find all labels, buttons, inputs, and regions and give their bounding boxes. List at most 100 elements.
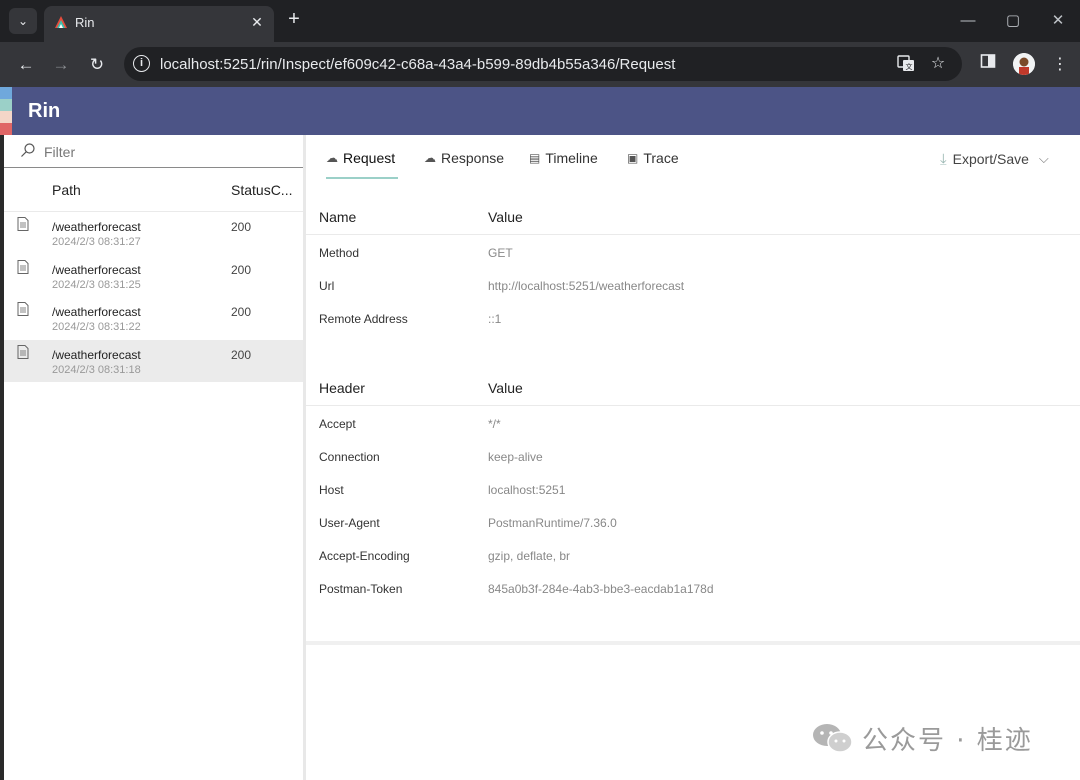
request-timestamp: 2024/2/3 08:31:22	[52, 321, 141, 333]
request-detail-panel: ☁ Request ☁ Response ▤ Timeline ▣ Trace …	[306, 135, 1080, 780]
trace-icon: ▣	[627, 151, 639, 165]
property-value[interactable]: PostmanRuntime/7.36.0	[488, 516, 617, 530]
request-property-row: Url http://localhost:5251/weatherforecast	[306, 272, 1080, 305]
filter-box	[4, 135, 303, 168]
detail-tabs: ☁ Request ☁ Response ▤ Timeline ▣ Trace …	[306, 135, 1080, 185]
cloud-download-icon: ☁	[424, 151, 436, 165]
minimize-icon[interactable]: —	[956, 10, 980, 32]
list-header: Path StatusC...	[4, 168, 303, 212]
site-info-icon[interactable]: i	[133, 55, 150, 72]
document-icon	[17, 344, 29, 359]
document-icon	[17, 259, 29, 274]
tab-close-icon[interactable]: ✕	[248, 13, 266, 31]
back-arrow-icon[interactable]: ←	[13, 52, 39, 78]
new-tab-button[interactable]: +	[284, 9, 304, 30]
property-value[interactable]: 845a0b3f-284e-4ab3-bbe3-eacdab1a178d	[488, 582, 714, 596]
property-name: Postman-Token	[319, 582, 403, 596]
property-name: Accept-Encoding	[319, 549, 410, 563]
property-value[interactable]: GET	[488, 246, 513, 260]
tab-timeline[interactable]: ▤ Timeline	[529, 149, 598, 179]
column-header-value: Value	[488, 380, 523, 396]
request-status-code: 200	[231, 262, 252, 277]
brand-color-strip	[0, 87, 12, 135]
tab-search-button[interactable]: ⌄	[9, 8, 37, 34]
watermark-text: 公众号 · 桂迹	[862, 725, 1033, 756]
request-status-code: 200	[231, 347, 252, 362]
section-divider	[306, 641, 1080, 645]
request-list-item[interactable]: /weatherforecast 2024/2/3 08:31:27 200	[4, 212, 303, 254]
column-header-name: Name	[319, 209, 357, 225]
column-header-status[interactable]: StatusC...	[231, 182, 292, 198]
browser-tab[interactable]: Rin ✕	[44, 6, 274, 42]
property-name: Host	[319, 483, 344, 497]
property-value[interactable]: http://localhost:5251/weatherforecast	[488, 279, 684, 293]
column-header-value: Value	[488, 209, 523, 225]
app-title: Rin	[28, 100, 61, 122]
browser-toolbar: ← → ↻ i localhost:5251/rin/Inspect/ef609…	[0, 42, 1080, 87]
url-text[interactable]: localhost:5251/rin/Inspect/ef609c42-c68a…	[160, 56, 675, 73]
export-save-button[interactable]: ⤓ Export/Save ⌵	[940, 149, 1049, 169]
request-property-row: Method GET	[306, 239, 1080, 272]
request-timestamp: 2024/2/3 08:31:18	[52, 363, 141, 376]
tab-title: Rin	[75, 15, 95, 30]
document-icon	[17, 217, 29, 231]
property-name: Url	[319, 279, 335, 293]
timeline-icon: ▤	[529, 151, 541, 165]
tab-response[interactable]: ☁ Response	[424, 149, 504, 179]
header-row: Postman-Token 845a0b3f-284e-4ab3-bbe3-eac…	[306, 575, 1080, 608]
reload-icon[interactable]: ↻	[84, 52, 110, 78]
translate-icon[interactable]: 文	[895, 54, 917, 74]
request-list-item[interactable]: /weatherforecast 2024/2/3 08:31:25 200	[4, 255, 303, 297]
property-name: Accept	[319, 417, 356, 431]
filter-input[interactable]	[44, 141, 284, 163]
watermark: 公众号 · 桂迹	[812, 718, 1033, 758]
property-value[interactable]: localhost:5251	[488, 483, 565, 497]
property-value[interactable]: */*	[488, 417, 501, 431]
property-value[interactable]: keep-alive	[488, 450, 543, 464]
request-path: /weatherforecast	[52, 347, 141, 362]
property-name: Method	[319, 246, 360, 260]
chevron-down-icon: ⌵	[1038, 151, 1049, 166]
request-timestamp: 2024/2/3 08:31:25	[52, 278, 141, 291]
request-status-code: 200	[231, 305, 252, 319]
forward-arrow-icon[interactable]: →	[48, 52, 74, 78]
request-table-header: Name Value	[306, 199, 1080, 235]
headers-table-header: Header Value	[306, 370, 1080, 406]
browser-tab-bar: ⌄ Rin ✕ + — ▢ ✕	[0, 0, 1080, 42]
column-header-path[interactable]: Path	[52, 182, 81, 198]
maximize-icon[interactable]: ▢	[1001, 10, 1025, 32]
bookmark-star-icon[interactable]: ☆	[927, 54, 949, 74]
header-row: Accept */*	[306, 410, 1080, 443]
request-timestamp: 2024/2/3 08:31:27	[52, 236, 141, 248]
header-row: User-Agent PostmanRuntime/7.36.0	[306, 509, 1080, 542]
download-icon: ⤓	[940, 150, 947, 168]
property-value[interactable]: gzip, deflate, br	[488, 549, 570, 563]
request-property-row: Remote Address::1	[306, 305, 1080, 338]
browser-menu-icon[interactable]: ⋮	[1048, 53, 1072, 77]
profile-avatar[interactable]	[1013, 53, 1035, 75]
property-name: User-Agent	[319, 516, 380, 530]
property-name: Connection	[319, 450, 380, 464]
tab-trace[interactable]: ▣ Trace	[627, 149, 679, 179]
rin-favicon-icon	[55, 16, 67, 28]
address-bar[interactable]: i localhost:5251/rin/Inspect/ef609c42-c6…	[124, 47, 962, 81]
app-header: Rin	[0, 87, 1080, 135]
request-list-item[interactable]: /weatherforecast 2024/2/3 08:31:18 200	[4, 339, 303, 382]
request-path: /weatherforecast	[52, 305, 141, 319]
request-list-panel: Path StatusC... /weatherforecast2024/2/3…	[4, 135, 303, 780]
chevron-down-icon: ⌄	[17, 14, 29, 28]
request-list-item[interactable]: /weatherforecast 2024/2/3 08:31:22 200	[4, 297, 303, 339]
header-row: Host localhost:5251	[306, 476, 1080, 509]
tab-request[interactable]: ☁ Request	[326, 149, 398, 179]
search-icon	[20, 142, 38, 160]
header-row: Accept-Encoding gzip, deflate, br	[306, 542, 1080, 575]
window-close-icon[interactable]: ✕	[1046, 10, 1070, 32]
request-status-code: 200	[231, 220, 252, 234]
svg-text:文: 文	[906, 62, 913, 71]
document-icon	[17, 302, 29, 316]
avatar-icon	[1013, 53, 1035, 75]
column-header-header: Header	[319, 380, 365, 396]
property-value[interactable]: ::1	[488, 312, 501, 326]
request-path: /weatherforecast	[52, 262, 141, 277]
side-panel-icon[interactable]	[976, 53, 1000, 77]
